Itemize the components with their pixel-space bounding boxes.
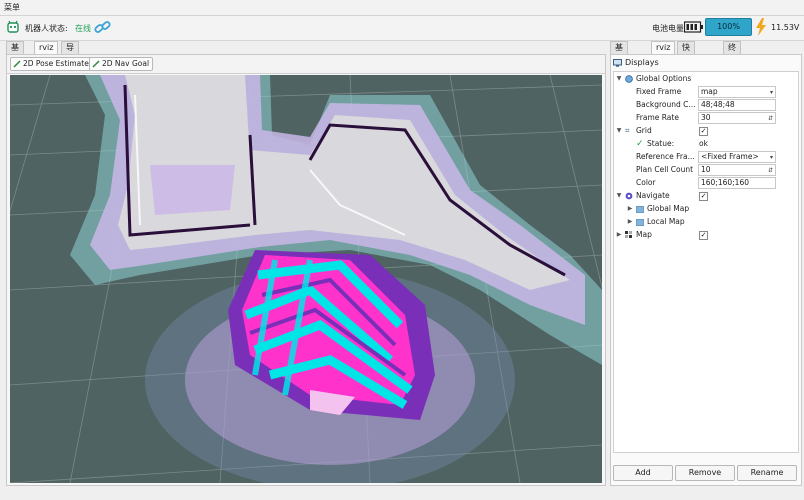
color-field[interactable]: 160;160;160 — [698, 177, 776, 189]
plane-cell-count-field[interactable]: 10 ⇵ — [698, 164, 776, 176]
tree-row-navigate[interactable]: ▼ Navigate ✓ — [614, 190, 798, 202]
chevron-down-icon: ▾ — [769, 154, 773, 161]
reference-frame-value: <Fixed Frame> — [701, 152, 759, 161]
expand-arrow-icon[interactable]: ▼ — [615, 125, 623, 137]
tab-basic[interactable]: 基本 — [6, 41, 24, 64]
global-options-label: Global Options — [636, 74, 692, 83]
status-label: Statue: — [647, 139, 675, 148]
background-color-label: Background C... — [636, 100, 696, 109]
navigate-label: Navigate — [636, 191, 670, 200]
robot-status-value: 在线 — [75, 24, 91, 33]
color-label: Color — [636, 178, 656, 187]
fixed-frame-select[interactable]: map ▾ — [698, 86, 776, 98]
checkmark-icon: ✓ — [636, 139, 644, 149]
lightning-bolt-icon — [756, 18, 766, 36]
rviz-toolbar: 2D Pose Estimate 2D Nav Goal — [7, 55, 605, 74]
expand-arrow-icon[interactable]: ▶ — [626, 203, 634, 215]
displays-title: Displays — [625, 58, 659, 67]
robot-icon — [7, 20, 19, 33]
pose-estimate-label: 2D Pose Estimate — [23, 59, 89, 68]
frame-rate-spinbox[interactable]: 30 ⇵ — [698, 112, 776, 124]
expand-arrow-icon[interactable]: ▶ — [626, 216, 634, 228]
remove-button[interactable]: Remove — [675, 465, 735, 481]
map-render — [10, 75, 602, 483]
pose-estimate-button[interactable]: 2D Pose Estimate — [10, 57, 93, 71]
tree-row-grid[interactable]: ▼ ⌗ Grid ✓ — [614, 125, 798, 137]
folder-icon — [636, 206, 644, 213]
tree-row-map[interactable]: ▶ Map ✓ — [614, 229, 798, 241]
tree-row-color: Color 160;160;160 — [614, 177, 798, 189]
rviz-3d-viewport[interactable] — [10, 75, 602, 483]
background-color-field[interactable]: 48;48;48 — [698, 99, 776, 111]
expand-arrow-icon[interactable]: ▼ — [615, 73, 623, 85]
navigate-checkbox[interactable]: ✓ — [699, 192, 708, 201]
spin-arrows-icon: ⇵ — [767, 115, 773, 122]
nav-goal-label: 2D Nav Goal — [102, 59, 150, 68]
tab-rviz[interactable]: rviz — [34, 41, 59, 55]
frame-rate-label: Frame Rate — [636, 113, 679, 122]
tree-row-background-color: Background C... 48;48;48 — [614, 99, 798, 111]
tab-basic-control[interactable]: 基本控制 — [610, 41, 628, 88]
chevron-down-icon: ▾ — [769, 89, 773, 96]
tree-row-status: ✓ Statue: ok — [614, 138, 798, 150]
tab-rviz-right[interactable]: rviz — [651, 41, 676, 55]
map-label: Map — [636, 230, 652, 239]
expand-arrow-icon[interactable]: ▼ — [615, 190, 623, 202]
grid-icon: ⌗ — [625, 126, 630, 135]
nav-goal-button[interactable]: 2D Nav Goal — [89, 57, 154, 71]
battery-icon — [684, 21, 703, 33]
map-checkbox[interactable]: ✓ — [699, 231, 708, 240]
grid-label: Grid — [636, 126, 652, 135]
reference-frame-label: Reference Fra... — [636, 152, 695, 161]
tree-row-frame-rate: Frame Rate 30 ⇵ — [614, 112, 798, 124]
link-icon — [94, 21, 111, 33]
globe-icon — [625, 75, 633, 83]
reference-frame-select[interactable]: <Fixed Frame> ▾ — [698, 151, 776, 163]
status-bar: 机器人状态: 在线 电池电量 100% 11.53V — [0, 16, 804, 41]
tab-quick-commands[interactable]: 快捷指令 — [677, 41, 695, 88]
tree-row-fixed-frame: Fixed Frame map ▾ — [614, 86, 798, 98]
voltage-readout: 11.53V — [771, 23, 800, 32]
spin-arrows-icon: ⇵ — [767, 167, 773, 174]
battery-label: 电池电量 — [652, 24, 684, 33]
grid-checkbox[interactable]: ✓ — [699, 127, 708, 136]
frame-rate-value: 30 — [701, 113, 711, 122]
rviz-panel: 2D Pose Estimate 2D Nav Goal — [6, 54, 606, 486]
tree-row-plane-cell-count: Plan Cell Count 10 ⇵ — [614, 164, 798, 176]
displays-tree: ▼ Global Options Fixed Frame map ▾ Backgr… — [613, 71, 799, 453]
menu-title[interactable]: 菜单 — [4, 2, 20, 13]
folder-icon — [636, 219, 644, 226]
tab-terminal[interactable]: 终端 — [723, 41, 741, 64]
robot-status-label: 机器人状态: — [25, 24, 68, 33]
rename-button[interactable]: Rename — [737, 465, 797, 481]
status-value: ok — [699, 139, 708, 148]
tree-row-local-map[interactable]: ▶ Local Map — [614, 216, 798, 228]
plane-cell-count-label: Plan Cell Count — [636, 165, 694, 174]
add-button[interactable]: Add — [613, 465, 673, 481]
monitor-icon — [613, 59, 622, 67]
expand-arrow-icon[interactable]: ▶ — [615, 229, 623, 241]
displays-panel: Displays ▼ Global Options Fixed Frame ma… — [610, 54, 802, 486]
menu-bar: 菜单 — [0, 0, 804, 16]
local-map-label: Local Map — [647, 217, 685, 226]
tree-row-global-map[interactable]: ▶ Global Map — [614, 203, 798, 215]
navigate-icon — [625, 192, 633, 200]
tree-row-global-options[interactable]: ▼ Global Options — [614, 73, 798, 85]
pencil-icon — [92, 60, 100, 68]
fixed-frame-label: Fixed Frame — [636, 87, 682, 96]
map-icon — [625, 231, 632, 238]
battery-progress-bar: 100% — [705, 18, 752, 36]
plane-cell-count-value: 10 — [701, 165, 711, 174]
fixed-frame-value: map — [701, 87, 718, 96]
global-map-label: Global Map — [647, 204, 690, 213]
tree-row-reference-frame: Reference Fra... <Fixed Frame> ▾ — [614, 151, 798, 163]
tab-navigation[interactable]: 导航 — [61, 41, 79, 64]
pencil-icon — [13, 60, 21, 68]
